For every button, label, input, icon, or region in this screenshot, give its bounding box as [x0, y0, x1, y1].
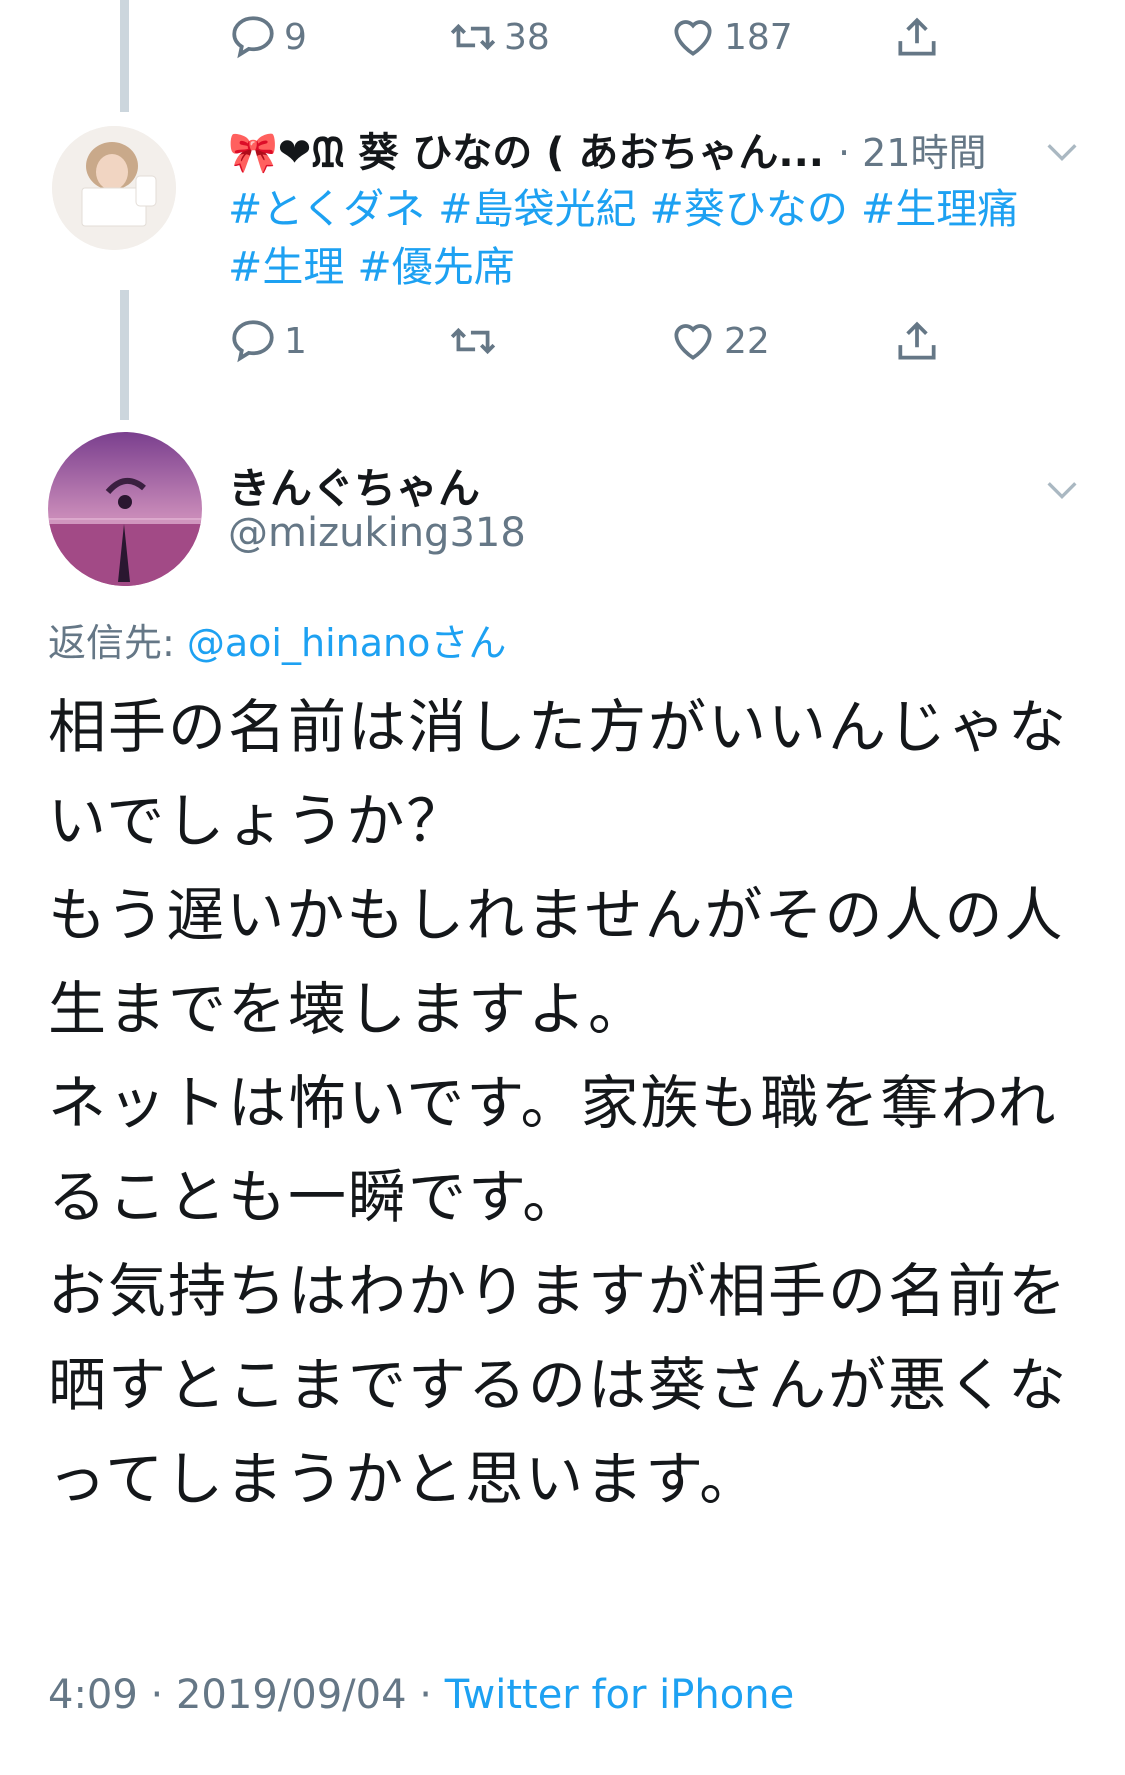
reply-button[interactable]: 9: [228, 12, 307, 62]
chevron-down-icon[interactable]: [1042, 132, 1082, 172]
retweet-button[interactable]: 38: [448, 12, 550, 62]
share-icon: [898, 321, 936, 360]
tweet-meta: 4:09 · 2019/09/04 · Twitter for iPhone: [48, 1672, 794, 1718]
share-button[interactable]: [892, 316, 942, 366]
retweet-count: 38: [504, 16, 550, 58]
retweet-icon: [450, 327, 496, 355]
meta-separator: ·: [419, 1672, 432, 1718]
reply-icon: [232, 320, 274, 363]
avatar-image-icon: [48, 432, 202, 586]
avatar[interactable]: [52, 126, 176, 250]
thread-line-middle: [120, 290, 129, 420]
reply-count: 1: [284, 320, 307, 362]
avatar-image-icon: [52, 126, 176, 250]
tweet-text[interactable]: #とくダネ #島袋光紀 #葵ひなの #生理痛 #生理 #優先席: [228, 180, 1058, 296]
chevron-down-icon[interactable]: [1042, 470, 1082, 510]
reply-icon: [232, 16, 274, 59]
reply-target-link[interactable]: @aoi_hinanoさん: [187, 621, 506, 665]
like-count: 187: [724, 16, 793, 58]
reply-label: 返信先:: [48, 621, 187, 665]
like-button[interactable]: 187: [668, 12, 793, 62]
client-link[interactable]: Twitter for iPhone: [445, 1672, 795, 1718]
like-button[interactable]: 22: [668, 316, 770, 366]
thread-line-top: [120, 0, 129, 112]
share-button[interactable]: [892, 12, 942, 62]
like-count: 22: [724, 320, 770, 362]
author-name[interactable]: きんぐちゃん: [228, 455, 480, 516]
tweet-time: · 21時間: [837, 130, 987, 175]
heart-icon: [674, 20, 712, 56]
retweet-icon: [450, 23, 496, 51]
tweet-text: 相手の名前は消した方がいいんじゃないでしょうか？ もう遅いかもしれませんがその人…: [48, 693, 1069, 1513]
tweet-header: 🎀❤︎ᙢ 葵 ひなの ( あおちゃん... · 21時間: [228, 118, 1068, 180]
avatar[interactable]: [48, 432, 202, 586]
reply-context: 返信先: @aoi_hinanoさん: [48, 612, 506, 667]
reply-button[interactable]: 1: [228, 316, 307, 366]
author-handle[interactable]: @mizuking318: [228, 510, 526, 556]
meta-separator: ·: [150, 1672, 164, 1718]
author-name[interactable]: 🎀❤︎ᙢ 葵 ひなの ( あおちゃん...: [228, 120, 824, 178]
share-icon: [898, 17, 936, 56]
reply-count: 9: [284, 16, 307, 58]
heart-icon: [674, 324, 712, 360]
retweet-button[interactable]: [448, 316, 504, 366]
tweet-time: 4:09: [48, 1672, 138, 1718]
tweet-date: 2019/09/04: [175, 1672, 407, 1718]
